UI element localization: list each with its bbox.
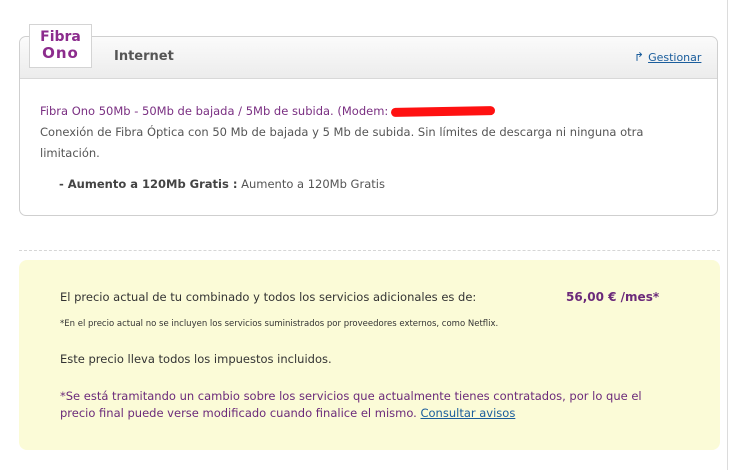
service-card: Internet ↱ Gestionar Fibra Ono 50Mb - 50M…: [19, 36, 718, 216]
price-footnote: *En el precio actual no se incluyen los …: [60, 319, 499, 329]
addon-line: - Aumento a 120Mb Gratis : Aumento a 120…: [59, 177, 385, 191]
price-label: El precio actual de tu combinado y todos…: [60, 290, 477, 304]
consultar-avisos-link[interactable]: Consultar avisos: [420, 406, 515, 420]
page-edge: [727, 0, 728, 470]
addon-label: - Aumento a 120Mb Gratis :: [59, 177, 238, 191]
logo-line1: Fibra: [40, 29, 81, 45]
fibra-ono-logo: Fibra Ono: [29, 24, 92, 68]
manage-label: Gestionar: [648, 51, 702, 64]
service-title: Internet: [114, 49, 174, 64]
redaction-mark: [391, 106, 496, 117]
share-arrow-icon: ↱: [634, 50, 645, 64]
addon-value: Aumento a 120Mb Gratis: [241, 177, 385, 191]
change-notice: *Se está tramitando un cambio sobre los …: [60, 388, 660, 422]
service-card-header: Internet ↱ Gestionar: [20, 37, 717, 79]
price-summary-box: El precio actual de tu combinado y todos…: [19, 260, 720, 450]
service-body: Fibra Ono 50Mb - 50Mb de bajada / 5Mb de…: [40, 101, 700, 164]
service-line: Fibra Ono 50Mb - 50Mb de bajada / 5Mb de…: [40, 101, 700, 122]
change-notice-text: *Se está tramitando un cambio sobre los …: [60, 389, 642, 420]
price-value: 56,00 € /mes*: [566, 290, 660, 304]
logo-line2: Ono: [42, 44, 79, 62]
service-plan-text: Fibra Ono 50Mb - 50Mb de bajada / 5Mb de…: [40, 104, 389, 118]
tax-note: Este precio lleva todos los impuestos in…: [60, 352, 332, 366]
service-description: Conexión de Fibra Óptica con 50 Mb de ba…: [40, 125, 644, 160]
section-divider: [19, 250, 720, 251]
manage-link[interactable]: ↱ Gestionar: [634, 50, 701, 64]
